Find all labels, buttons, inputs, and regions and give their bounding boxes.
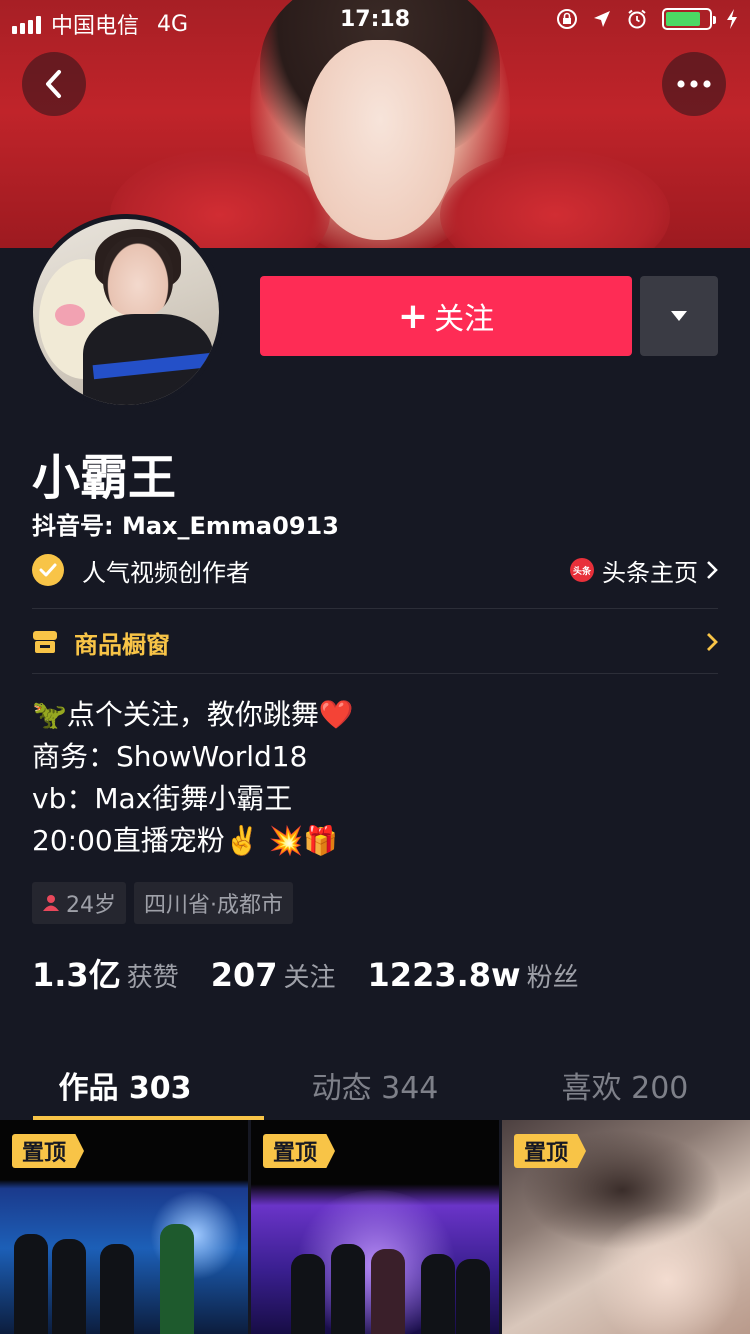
plus-icon: +: [397, 295, 429, 337]
followers-label: 粉丝: [526, 963, 579, 993]
tab-likes[interactable]: 喜欢 200: [500, 1050, 750, 1120]
back-button[interactable]: [22, 52, 86, 116]
verification-row: 人气视频创作者 头条 头条主页: [32, 550, 718, 590]
alarm-icon: [628, 9, 646, 29]
likes-label: 获赞: [126, 963, 179, 993]
tab-works[interactable]: 作品 303: [0, 1050, 264, 1120]
bio-line: 商务：ShowWorld18: [32, 740, 308, 773]
bio-line: vb：Max街舞小霸王: [32, 782, 293, 815]
profile-stats: 1.3亿 获赞 207 关注 1223.8w 粉丝: [32, 950, 579, 996]
shop-label: 商品橱窗: [74, 630, 170, 659]
video-thumbnail[interactable]: 置顶: [251, 1120, 499, 1334]
video-thumbnail[interactable]: 置顶: [0, 1120, 248, 1334]
more-button[interactable]: [662, 52, 726, 116]
lock-rotation-icon: [557, 9, 577, 29]
shop-window-row[interactable]: 商品橱窗: [32, 612, 718, 672]
following-label: 关注: [283, 963, 336, 993]
chevron-right-icon: [707, 633, 718, 651]
toutiao-label: 头条主页: [602, 558, 698, 587]
follow-label: 关注: [434, 302, 495, 337]
profile-tags: 24岁 四川省·成都市: [32, 882, 293, 924]
location-icon: [594, 11, 610, 27]
profile-name: 小霸王: [32, 450, 177, 506]
pinned-badge: 置顶: [514, 1134, 587, 1168]
recommend-dropdown-button[interactable]: [640, 276, 718, 356]
more-icon: [677, 80, 711, 88]
bio-line: 🦖点个关注，教你跳舞❤️: [32, 698, 354, 731]
toutiao-logo-text: 头条: [572, 566, 591, 577]
status-bar: 中国电信 4G 17:18: [0, 0, 750, 40]
video-grid: 置顶 置顶 置顶: [0, 1120, 750, 1334]
likes-stat[interactable]: 1.3亿 获赞: [32, 950, 179, 996]
chevron-right-icon: [707, 561, 718, 579]
bio: 🦖点个关注，教你跳舞❤️ 商务：ShowWorld18 vb：Max街舞小霸王 …: [32, 694, 354, 862]
video-thumbnail[interactable]: 置顶: [502, 1120, 750, 1334]
tab-moments[interactable]: 动态 344: [250, 1050, 500, 1120]
bio-line: 20:00直播宠粉✌️ 💥🎁: [32, 824, 339, 857]
pinned-badge: 置顶: [263, 1134, 336, 1168]
douyin-id: 抖音号: Max_Emma0913: [32, 512, 339, 540]
verified-label: 人气视频创作者: [82, 558, 250, 587]
toutiao-icon: 头条: [570, 558, 594, 582]
verified-icon: [32, 554, 64, 586]
divider: [32, 673, 718, 674]
battery-icon: [662, 8, 716, 30]
toutiao-homepage-link[interactable]: 头条 头条主页: [570, 553, 718, 588]
following-count: 207: [210, 956, 278, 994]
age-tag: 24岁: [32, 882, 126, 924]
divider: [32, 608, 718, 609]
charging-icon: [727, 9, 737, 29]
location-tag: 四川省·成都市: [134, 882, 293, 924]
followers-stat[interactable]: 1223.8w 粉丝: [368, 956, 579, 994]
dropdown-icon: [671, 311, 687, 321]
person-icon: [43, 895, 59, 911]
shop-icon: [33, 631, 57, 653]
content-tabs: 作品 303 动态 344 喜欢 200: [0, 1050, 750, 1120]
followers-count: 1223.8w: [367, 956, 521, 994]
follow-button[interactable]: + 关注: [260, 276, 632, 356]
location-label: 四川省·成都市: [144, 893, 283, 918]
following-stat[interactable]: 207 关注: [211, 956, 336, 994]
likes-count: 1.3亿: [32, 956, 121, 994]
avatar[interactable]: [28, 214, 224, 410]
back-icon: [46, 70, 61, 98]
pinned-badge: 置顶: [12, 1134, 85, 1168]
age-label: 24岁: [66, 893, 116, 918]
